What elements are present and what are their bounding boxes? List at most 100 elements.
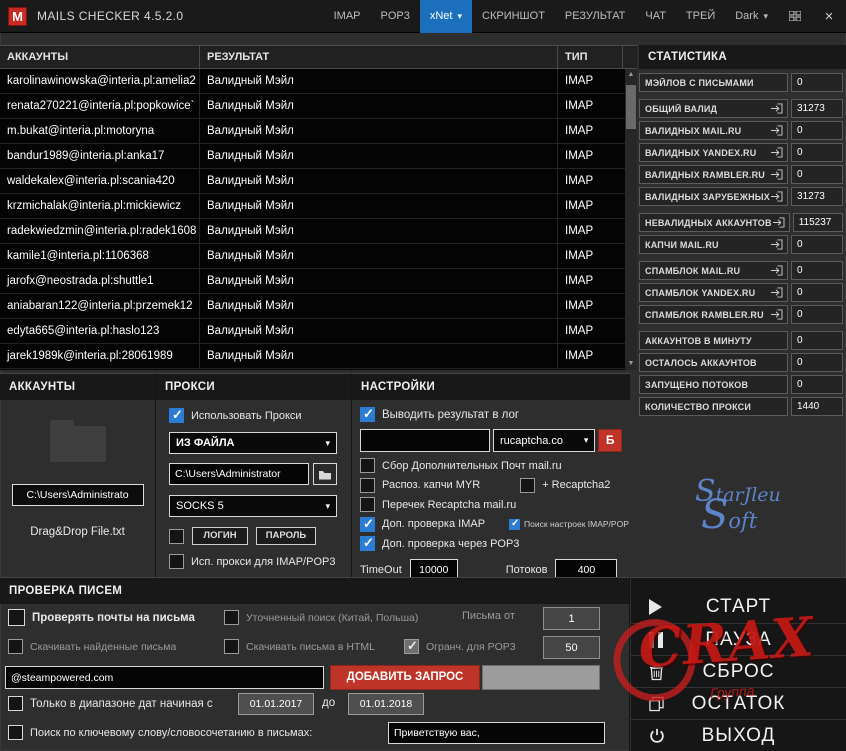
menu-imap[interactable]: IMAP — [324, 0, 371, 33]
table-row[interactable]: aniabaran122@interia.pl:przemek12 Валидн… — [0, 294, 625, 319]
export-icon[interactable] — [770, 125, 783, 136]
date-to-input[interactable] — [348, 693, 424, 715]
theme-select[interactable]: Dark ▾ — [725, 0, 778, 33]
stat-label: ВАЛИДНЫХ RAMBLER.RU — [645, 169, 765, 180]
log-output-checkbox[interactable] — [360, 406, 375, 422]
rest-button[interactable]: ОСТАТОК — [631, 687, 846, 719]
brand-logo: StarJleu Soft — [695, 474, 781, 538]
stat-value: 0 — [791, 375, 843, 394]
export-icon[interactable] — [772, 217, 785, 228]
collect-mail-checkbox[interactable] — [360, 458, 375, 473]
exit-button[interactable]: ВЫХОД — [631, 719, 846, 751]
account-cell: renata270221@interia.pl:popkowice` — [0, 94, 200, 118]
captcha-key-input[interactable] — [360, 429, 490, 452]
export-icon[interactable] — [770, 265, 783, 276]
export-icon[interactable] — [770, 239, 783, 250]
check-letters-checkbox[interactable] — [8, 609, 25, 626]
pop3-check-checkbox[interactable] — [360, 535, 375, 551]
menu-pop3[interactable]: POP3 — [371, 0, 420, 33]
menu-tray[interactable]: ТРЕЙ — [676, 0, 725, 33]
imap-settings-search-checkbox[interactable] — [509, 518, 521, 530]
recaptcha2-checkbox[interactable] — [520, 477, 536, 493]
table-row[interactable]: jarofx@neostrada.pl:shuttle1 Валидный Мэ… — [0, 269, 625, 294]
keyword-input[interactable] — [388, 722, 605, 744]
download-html-checkbox[interactable] — [224, 639, 239, 654]
table-row[interactable]: waldekalex@interia.pl:scania420 Валидный… — [0, 169, 625, 194]
imap-check-checkbox[interactable] — [360, 516, 375, 532]
letters-from-input[interactable] — [543, 607, 600, 630]
refined-search-checkbox[interactable] — [224, 610, 239, 625]
export-icon[interactable] — [770, 309, 783, 320]
captcha-service-select[interactable]: rucaptcha.co ▾ — [493, 429, 596, 452]
balance-button[interactable]: Б — [598, 429, 622, 452]
query-input[interactable] — [5, 666, 324, 689]
proxy-login-button[interactable]: ЛОГИН — [192, 527, 248, 545]
pause-button[interactable]: ПАУЗА — [631, 623, 846, 655]
captcha-service-value: rucaptcha.co — [500, 434, 563, 447]
table-row[interactable]: kamile1@interia.pl:1106368 Валидный Мэйл… — [0, 244, 625, 269]
table-row[interactable]: karolinawinowska@interia.pl:amelia2 Вали… — [0, 69, 625, 94]
date-from-input[interactable] — [238, 693, 314, 715]
date-range-checkbox[interactable] — [8, 696, 23, 711]
proxy-for-imap-checkbox[interactable] — [169, 554, 184, 569]
accounts-table-body: karolinawinowska@interia.pl:amelia2 Вали… — [0, 69, 625, 370]
start-button[interactable]: СТАРТ — [631, 591, 846, 623]
scrollbar-down-icon[interactable]: ▼ — [625, 358, 637, 370]
menu-chat[interactable]: ЧАТ — [635, 0, 676, 33]
pop3-limit-checkbox[interactable] — [404, 638, 419, 654]
table-row[interactable]: krzmichalak@interia.pl:mickiewicz Валидн… — [0, 194, 625, 219]
export-icon[interactable] — [770, 191, 783, 202]
export-icon[interactable] — [770, 103, 783, 114]
stat-label: ВАЛИДНЫХ MAIL.RU — [645, 125, 742, 136]
table-row[interactable]: jarek1989k@interia.pl:28061989 Валидный … — [0, 344, 625, 369]
account-cell: aniabaran122@interia.pl:przemek12 — [0, 294, 200, 318]
table-row[interactable]: m.bukat@interia.pl:motoryna Валидный Мэй… — [0, 119, 625, 144]
proxy-auth-checkbox[interactable] — [169, 528, 184, 544]
menu-result[interactable]: РЕЗУЛЬТАТ — [555, 0, 635, 33]
export-icon[interactable] — [770, 147, 783, 158]
export-icon[interactable] — [770, 287, 783, 298]
stat-label-box: ВАЛИДНЫХ ЗАРУБЕЖНЫХ — [639, 187, 789, 206]
column-header-type[interactable]: ТИП — [558, 46, 623, 68]
scrollbar-thumb[interactable] — [626, 85, 636, 129]
stat-label: СПАМБЛОК MAIL.RU — [645, 265, 741, 276]
menu-screenshot[interactable]: СКРИНШОТ — [472, 0, 555, 33]
keyword-search-checkbox[interactable] — [8, 725, 23, 740]
download-letters-checkbox[interactable] — [8, 639, 23, 654]
titlebar-menu: IMAP POP3 xNet ▾ СКРИНШОТ РЕЗУЛЬТАТ ЧАТ Т… — [324, 0, 846, 33]
minimize-button[interactable] — [778, 0, 812, 33]
log-output-label: Выводить результат в лог — [382, 408, 520, 421]
export-icon[interactable] — [770, 169, 783, 180]
proxy-password-button[interactable]: ПАРОЛЬ — [256, 527, 316, 545]
recheck-recaptcha-checkbox[interactable] — [360, 497, 375, 512]
close-button[interactable]: × — [812, 0, 846, 33]
proxy-source-select[interactable]: ИЗ ФАЙЛА ▾ — [169, 432, 337, 454]
type-cell: IMAP — [565, 100, 594, 112]
stat-value: 1440 — [791, 397, 843, 416]
table-row[interactable]: radekwiedzmin@interia.pl:radek1608 Валид… — [0, 219, 625, 244]
column-header-result[interactable]: РЕЗУЛЬТАТ — [200, 46, 558, 68]
add-query-button[interactable]: ДОБАВИТЬ ЗАПРОС — [330, 665, 480, 690]
trash-icon — [649, 663, 664, 680]
scrollbar-up-icon[interactable]: ▲ — [625, 69, 637, 81]
table-scrollbar[interactable]: ▲ ▼ — [625, 69, 637, 370]
column-header-accounts[interactable]: АККАУНТЫ — [0, 46, 200, 68]
accounts-path-button[interactable]: C:\Users\Administrato — [11, 484, 144, 506]
table-row[interactable]: edyta665@interia.pl:haslo123 Валидный Мэ… — [0, 319, 625, 344]
result-cell: Валидный Мэйл — [200, 119, 558, 143]
reset-button[interactable]: СБРОС — [631, 655, 846, 687]
stat-row: КАПЧИ MAIL.RU 0 — [639, 235, 843, 254]
browse-folder-button[interactable] — [313, 463, 337, 485]
proxy-type-select[interactable]: SOCKS 5 ▾ — [169, 495, 337, 517]
use-proxy-checkbox[interactable] — [169, 407, 184, 423]
pop3-limit-input[interactable] — [543, 636, 600, 659]
account-cell: edyta665@interia.pl:haslo123 — [0, 319, 200, 343]
table-row[interactable]: bandur1989@interia.pl:anka17 Валидный Мэ… — [0, 144, 625, 169]
menu-xnet-dropdown[interactable]: xNet ▾ — [419, 0, 473, 33]
folder-icon[interactable] — [49, 420, 106, 462]
myr-captcha-checkbox[interactable] — [360, 477, 375, 493]
table-row[interactable]: renata270221@interia.pl:popkowice` Валид… — [0, 94, 625, 119]
proxy-file-input[interactable] — [169, 463, 309, 485]
chevron-down-icon: ▾ — [325, 500, 330, 511]
stat-row: ОБЩИЙ ВАЛИД 31273 — [639, 99, 843, 118]
